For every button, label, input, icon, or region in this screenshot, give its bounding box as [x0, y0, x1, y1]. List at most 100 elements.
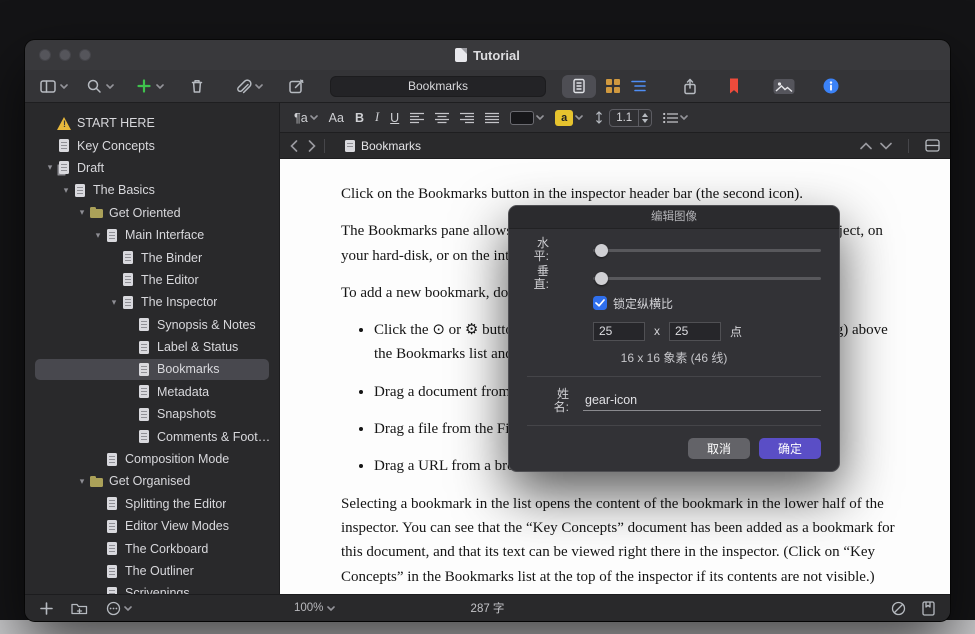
name-label: 姓名: [545, 388, 569, 414]
align-center-button[interactable] [435, 112, 449, 124]
slider-track [593, 277, 821, 280]
slider-knob[interactable] [595, 244, 608, 257]
bookmark-button[interactable] [726, 77, 742, 95]
binder-item-label: Get Oriented [109, 206, 181, 220]
close-button[interactable] [39, 49, 51, 61]
width-input[interactable] [593, 322, 645, 341]
highlight-swatch: a [555, 110, 573, 126]
circle-slash-icon[interactable] [891, 601, 906, 616]
previous-document-button[interactable] [860, 142, 872, 150]
binder-item[interactable]: START HERE [25, 112, 279, 134]
horizontal-slider[interactable] [593, 243, 821, 257]
binder-item[interactable]: ▾ Get Oriented [25, 202, 279, 224]
next-document-button[interactable] [880, 142, 892, 150]
binder-item[interactable]: Snapshots [25, 403, 279, 425]
binder-item[interactable]: ▾ The Inspector [25, 291, 279, 313]
action-menu-button[interactable] [106, 601, 121, 616]
document-view-button[interactable] [562, 75, 596, 98]
align-right-button[interactable] [460, 112, 474, 124]
doc-icon [137, 317, 152, 332]
chevron-down-icon[interactable] [156, 84, 164, 89]
binder-item[interactable]: The Corkboard [25, 537, 279, 559]
disclosure-triangle-icon[interactable]: ▾ [59, 185, 73, 196]
height-input[interactable] [669, 322, 721, 341]
binder-item[interactable]: The Editor [25, 269, 279, 291]
vertical-slider[interactable] [593, 271, 821, 285]
disclosure-triangle-icon[interactable]: ▾ [107, 297, 121, 308]
trash-button[interactable] [188, 77, 206, 95]
doc-icon [105, 228, 120, 243]
binder-item[interactable]: The Outliner [25, 560, 279, 582]
zoom-control[interactable]: 100% [294, 602, 335, 614]
binder-item[interactable]: Bookmarks [25, 358, 279, 380]
binder-item[interactable]: Synopsis & Notes [25, 314, 279, 336]
minimize-button[interactable] [59, 49, 71, 61]
binder-item[interactable]: Composition Mode [25, 448, 279, 470]
back-button[interactable] [290, 140, 298, 152]
disclosure-triangle-icon[interactable]: ▾ [75, 207, 89, 218]
binder-item[interactable]: ▾ Main Interface [25, 224, 279, 246]
disclosure-triangle-icon[interactable]: ▾ [75, 476, 89, 487]
zoom-button[interactable] [79, 49, 91, 61]
view-mode-button[interactable] [39, 77, 57, 95]
corkboard-view-button[interactable] [605, 78, 621, 94]
binder-item-label: The Corkboard [125, 542, 208, 556]
add-folder-button[interactable] [71, 601, 88, 615]
list-style-button[interactable] [663, 112, 688, 124]
binder-item[interactable]: The Binder [25, 246, 279, 268]
chevron-down-icon [327, 606, 335, 611]
binder-item[interactable]: ▾ The Basics [25, 179, 279, 201]
outline-view-button[interactable] [630, 78, 647, 94]
binder-item[interactable]: Scrivenings [25, 582, 279, 594]
chevron-down-icon[interactable] [124, 606, 132, 611]
font-button[interactable]: Aa [329, 111, 344, 125]
paragraph-style-button[interactable]: ¶a [294, 111, 318, 125]
align-justify-button[interactable] [485, 112, 499, 124]
binder-item[interactable]: Comments & Foot… [25, 425, 279, 447]
binder-item-label: Comments & Foot… [157, 430, 270, 444]
search-button[interactable] [85, 77, 103, 95]
chevron-down-icon[interactable] [255, 84, 263, 89]
cancel-button[interactable]: 取消 [688, 438, 750, 459]
media-button[interactable] [773, 78, 795, 95]
toolbar-search-field[interactable]: Bookmarks [330, 76, 546, 97]
disclosure-triangle-icon[interactable]: ▾ [91, 230, 105, 241]
vertical-label: 垂直: [527, 265, 549, 291]
compose-button[interactable] [287, 77, 306, 96]
spacing-stepper[interactable] [638, 110, 651, 126]
attach-button[interactable] [233, 77, 252, 96]
binder-item[interactable]: Editor View Modes [25, 515, 279, 537]
split-editor-button[interactable] [925, 139, 940, 152]
bold-button[interactable]: B [355, 111, 364, 125]
binder-item[interactable]: Metadata [25, 381, 279, 403]
chevron-down-icon[interactable] [106, 84, 114, 89]
add-item-button[interactable] [135, 77, 153, 95]
add-document-button[interactable] [40, 602, 53, 615]
page-flag-icon[interactable] [922, 601, 935, 616]
binder-item[interactable]: Label & Status [25, 336, 279, 358]
line-spacing-control[interactable]: 1.1 [594, 109, 652, 127]
disclosure-triangle-icon[interactable]: ▾ [43, 162, 57, 173]
lock-aspect-ratio-checkbox[interactable]: 锁定纵横比 [593, 295, 821, 311]
ok-button[interactable]: 确定 [759, 438, 821, 459]
binder-item[interactable]: ▾ Draft [25, 157, 279, 179]
forward-button[interactable] [308, 140, 316, 152]
image-name-input[interactable] [583, 391, 821, 411]
format-bar: ¶a Aa B I U [280, 103, 950, 133]
highlight-color-button[interactable]: a [555, 110, 583, 126]
editor-header: Bookmarks [280, 133, 950, 159]
doc-icon [105, 519, 120, 534]
inspector-info-button[interactable] [822, 77, 840, 95]
doc-icon [137, 407, 152, 422]
binder-item[interactable]: Key Concepts [25, 134, 279, 156]
underline-button[interactable]: U [390, 111, 399, 125]
text-color-button[interactable] [510, 111, 544, 125]
binder-item[interactable]: Splitting the Editor [25, 493, 279, 515]
share-button[interactable] [681, 77, 699, 96]
slider-knob[interactable] [595, 272, 608, 285]
binder-item[interactable]: ▾ Get Organised [25, 470, 279, 492]
align-left-button[interactable] [410, 112, 424, 124]
italic-button[interactable]: I [375, 110, 379, 125]
binder-list: START HERE Key Concepts ▾ Draft ▾ The Ba… [25, 103, 280, 594]
chevron-down-icon[interactable] [60, 84, 68, 89]
